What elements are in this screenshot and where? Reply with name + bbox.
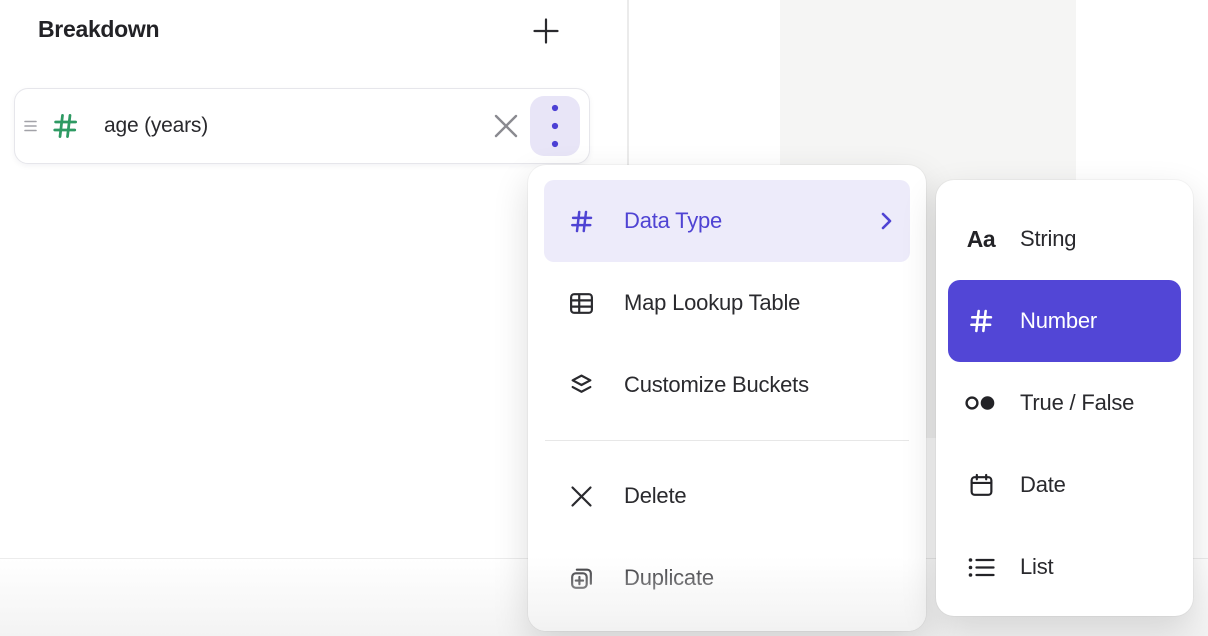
circles-icon [964, 390, 998, 416]
submenu-item-number[interactable]: Number [948, 280, 1181, 362]
stack-icon [566, 372, 596, 399]
breakdown-field-row[interactable]: age (years) [14, 88, 590, 164]
submenu-item-label: List [1020, 554, 1053, 580]
submenu-item-label: True / False [1020, 390, 1134, 416]
menu-item-label: Duplicate [624, 565, 714, 591]
x-icon [566, 485, 596, 508]
kebab-menu-icon [551, 104, 559, 148]
chevron-right-icon [881, 212, 892, 230]
add-breakdown-button[interactable] [526, 11, 566, 51]
table-icon [566, 290, 596, 317]
submenu-item-list[interactable]: List [948, 526, 1181, 608]
menu-item-delete[interactable]: Delete [544, 455, 910, 537]
data-type-submenu: Aa String Number True / False [936, 180, 1193, 616]
menu-item-label: Data Type [624, 208, 722, 234]
number-type-icon [50, 111, 80, 141]
drag-handle-icon[interactable] [24, 119, 37, 133]
breakdown-section-title: Breakdown [38, 16, 159, 43]
close-icon [493, 113, 519, 139]
plus-icon [531, 16, 561, 46]
calendar-icon [964, 472, 998, 499]
menu-item-duplicate[interactable]: Duplicate [544, 537, 910, 619]
submenu-item-label: Date [1020, 472, 1066, 498]
submenu-item-date[interactable]: Date [948, 444, 1181, 526]
remove-field-button[interactable] [488, 108, 524, 144]
menu-item-label: Delete [624, 483, 686, 509]
Aa-icon: Aa [964, 226, 998, 253]
field-options-button[interactable] [530, 96, 580, 156]
menu-item-label: Map Lookup Table [624, 290, 800, 316]
menu-item-data-type[interactable]: Data Type [544, 180, 910, 262]
submenu-item-label: Number [1020, 308, 1097, 334]
list-icon [964, 555, 998, 580]
copy-plus-icon [566, 565, 596, 592]
field-options-menu: Data Type Map Lookup Table [528, 165, 926, 631]
app-canvas: Breakdown age (years) [0, 0, 1208, 636]
menu-item-customize-buckets[interactable]: Customize Buckets [544, 344, 910, 426]
field-name-label: age (years) [104, 114, 208, 138]
submenu-item-true-false[interactable]: True / False [948, 362, 1181, 444]
submenu-item-string[interactable]: Aa String [948, 198, 1181, 280]
hash-icon [964, 307, 998, 335]
menu-divider [545, 440, 909, 441]
menu-item-label: Customize Buckets [624, 372, 809, 398]
menu-item-map-lookup-table[interactable]: Map Lookup Table [544, 262, 910, 344]
submenu-item-label: String [1020, 226, 1076, 252]
hash-icon [566, 208, 596, 235]
